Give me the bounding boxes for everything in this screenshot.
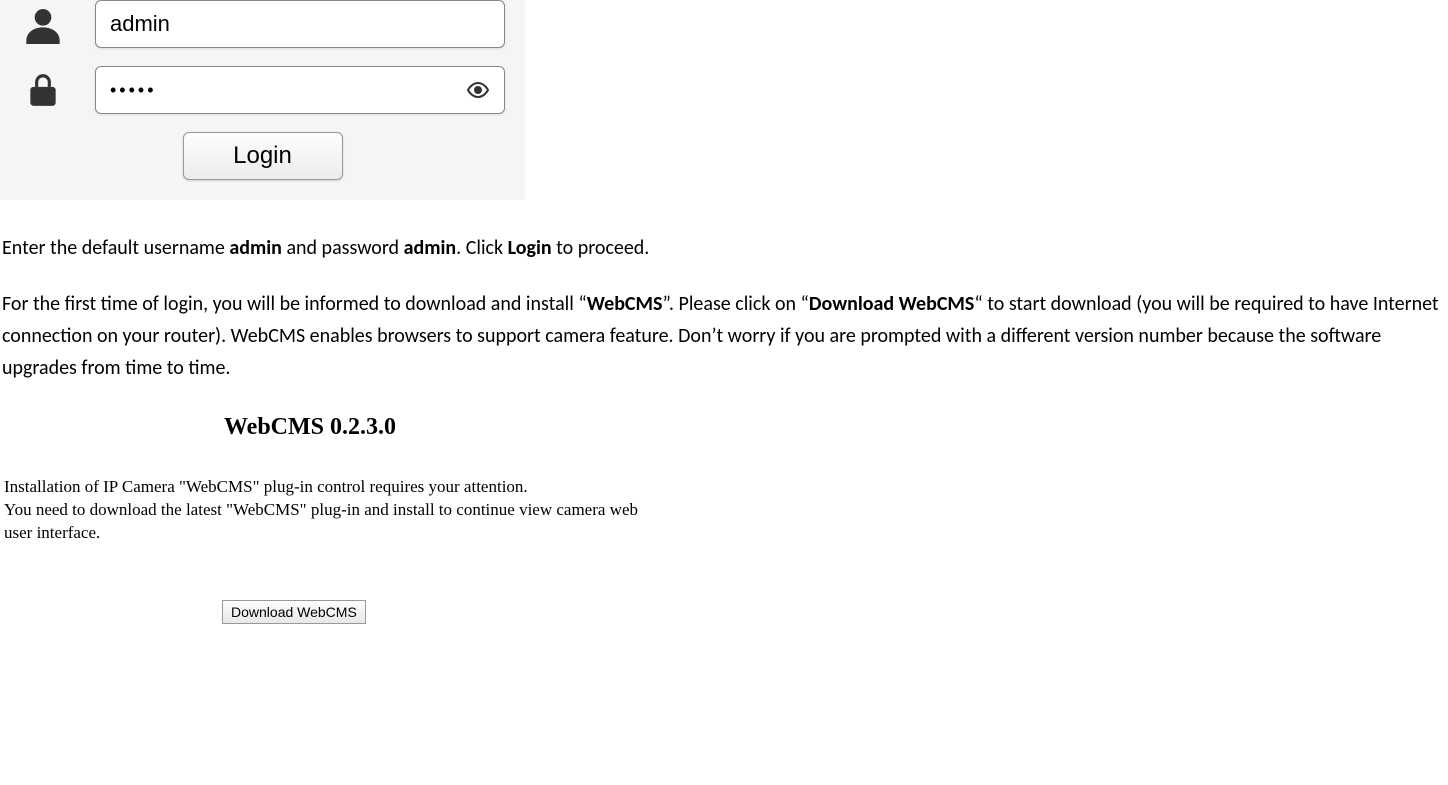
webcms-title: WebCMS 0.2.3.0 xyxy=(224,408,1448,446)
instruction-text: Enter the default username admin and pas… xyxy=(0,232,1448,384)
webcms-description: Installation of IP Camera "WebCMS" plug-… xyxy=(4,476,644,545)
download-webcms-button[interactable]: Download WebCMS xyxy=(222,600,366,624)
login-panel: admin ••••• Login xyxy=(0,0,525,200)
download-button-wrap: Download WebCMS xyxy=(222,595,1448,627)
login-button-row: Login xyxy=(20,132,505,180)
instruction-p2: For the first time of login, you will be… xyxy=(2,288,1446,384)
webcms-dialog: WebCMS 0.2.3.0 Installation of IP Camera… xyxy=(4,408,1448,627)
lock-icon xyxy=(20,71,65,109)
password-input[interactable]: ••••• xyxy=(95,66,505,114)
instruction-p1: Enter the default username admin and pas… xyxy=(2,232,1446,264)
user-icon xyxy=(20,4,65,44)
username-row: admin xyxy=(20,0,505,48)
username-value: admin xyxy=(110,6,170,41)
password-row: ••••• xyxy=(20,66,505,114)
password-value: ••••• xyxy=(110,76,157,105)
username-input[interactable]: admin xyxy=(95,0,505,48)
reveal-password-icon[interactable] xyxy=(466,78,490,102)
login-button[interactable]: Login xyxy=(183,132,343,180)
